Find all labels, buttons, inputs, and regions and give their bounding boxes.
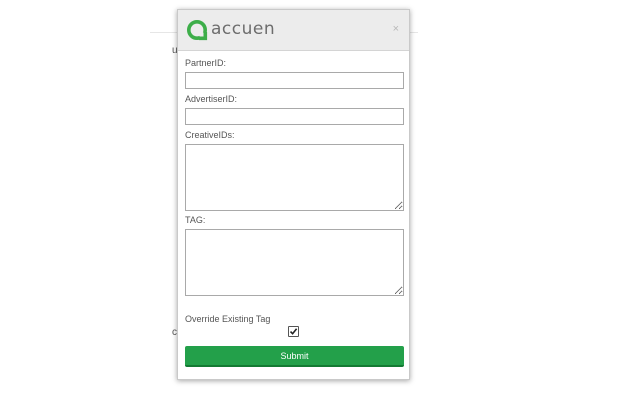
advertiser-id-input[interactable] xyxy=(185,108,404,125)
partner-id-input[interactable] xyxy=(185,72,404,89)
creative-ids-textarea[interactable] xyxy=(185,144,404,211)
check-icon xyxy=(289,328,298,335)
creative-ids-label: CreativeIDs: xyxy=(185,130,235,140)
checkbox-box[interactable] xyxy=(288,326,299,337)
accuen-logo-icon xyxy=(187,20,208,41)
dialog-header: accuen × xyxy=(178,10,409,51)
background-divider xyxy=(150,32,180,33)
close-icon[interactable]: × xyxy=(393,23,399,35)
partner-id-label: PartnerID: xyxy=(185,58,227,68)
tag-label: TAG: xyxy=(185,215,206,225)
override-tag-label: Override Existing Tag xyxy=(185,314,271,324)
submit-button[interactable]: Submit xyxy=(185,346,404,367)
override-tag-checkbox[interactable] xyxy=(288,326,299,337)
brand-wordmark: accuen xyxy=(211,19,276,39)
tag-dialog: accuen × PartnerID: AdvertiserID: Creati… xyxy=(177,9,410,380)
tag-textarea[interactable] xyxy=(185,229,404,296)
advertiser-id-label: AdvertiserID: xyxy=(185,94,238,104)
